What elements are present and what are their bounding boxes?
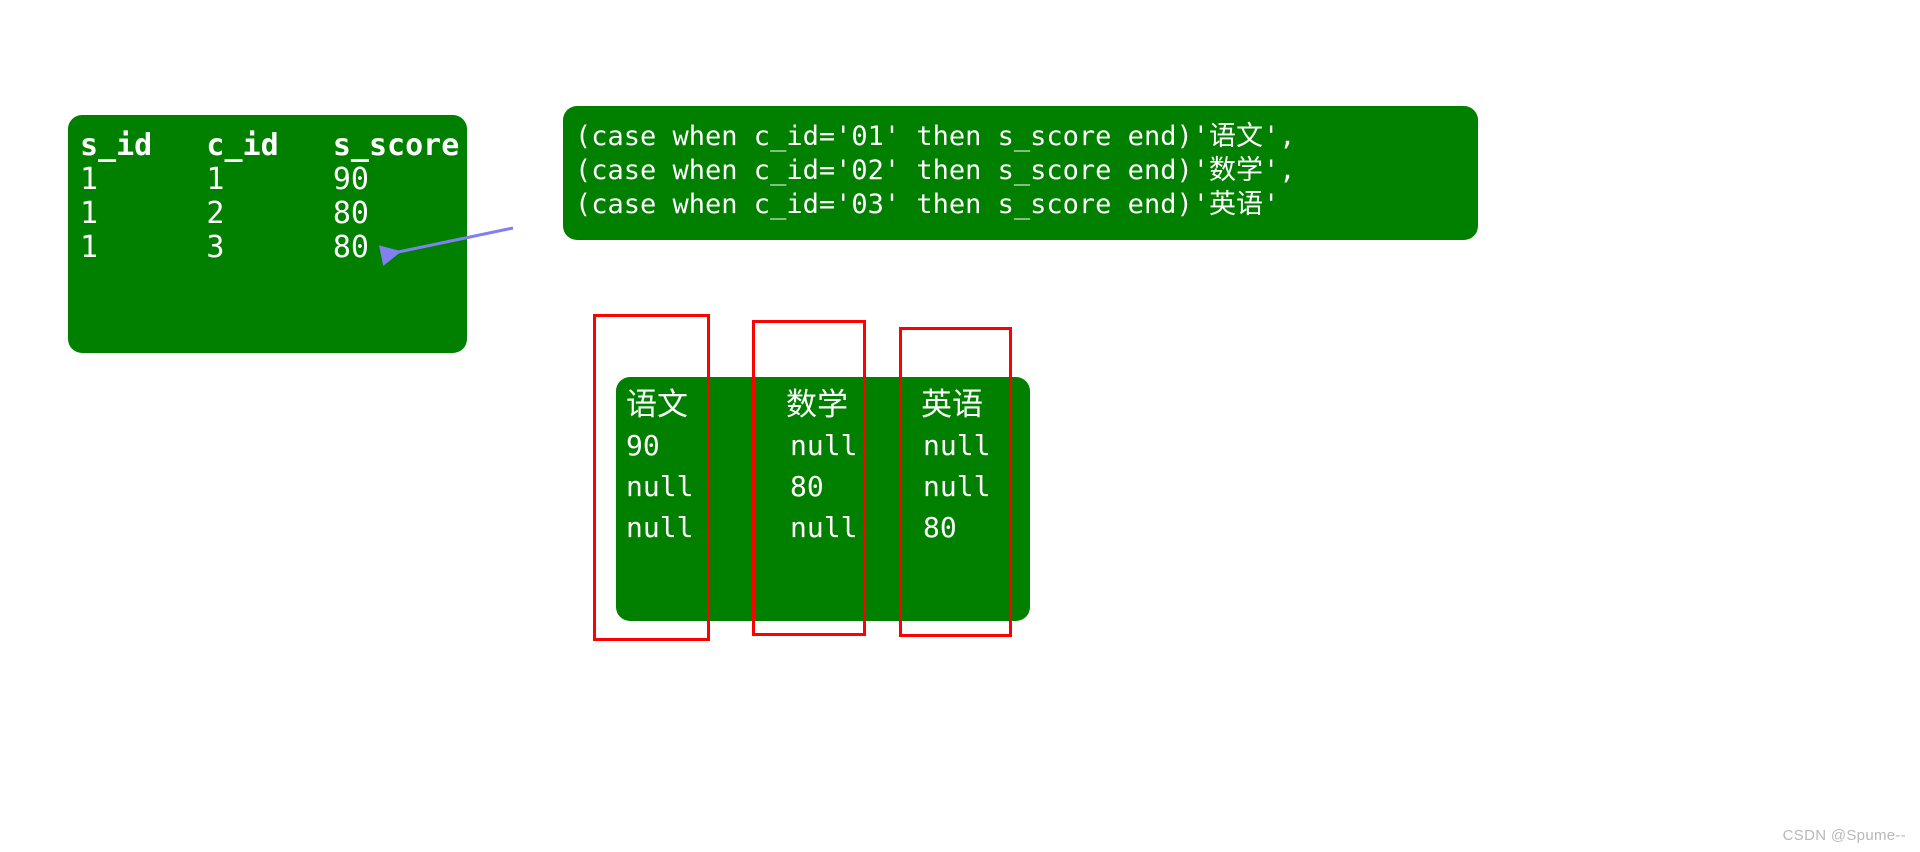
- result-cell: 90: [626, 429, 660, 462]
- result-columns: 语文 90 null null 数学 null 80 null 英语 null …: [616, 377, 1030, 621]
- result-column-english: 英语 null null 80: [901, 377, 1030, 621]
- result-cell: 80: [923, 511, 957, 544]
- result-column-math: 数学 null 80 null: [758, 377, 901, 621]
- source-table-header: s_id c_id s_score: [80, 128, 460, 163]
- result-cell: 80: [790, 470, 824, 503]
- result-column-header: 英语: [921, 387, 983, 423]
- sql-line: (case when c_id='01' then s_score end)'语…: [575, 121, 1296, 152]
- result-column-chinese: 语文 90 null null: [616, 377, 758, 621]
- result-pivot-panel: 语文 90 null null 数学 null 80 null 英语 null …: [616, 377, 1030, 621]
- result-cell: null: [790, 429, 858, 462]
- sql-code-panel: (case when c_id='01' then s_score end)'语…: [563, 106, 1478, 240]
- result-column-header: 数学: [786, 387, 848, 423]
- source-table-row: 1 1 90: [80, 162, 369, 197]
- arrow-icon: [378, 226, 514, 266]
- sql-line: (case when c_id='03' then s_score end)'英…: [575, 189, 1280, 220]
- result-cell: null: [923, 470, 991, 503]
- sql-line: (case when c_id='02' then s_score end)'数…: [575, 155, 1296, 186]
- annotation-arrow: [368, 222, 518, 270]
- result-column-header: 语文: [626, 387, 688, 423]
- result-cell: null: [626, 511, 694, 544]
- result-cell: null: [790, 511, 858, 544]
- result-cell: null: [626, 470, 694, 503]
- result-cell: null: [923, 429, 991, 462]
- csdn-watermark: CSDN @Spume--: [1782, 827, 1906, 844]
- diagram-canvas: s_id c_id s_score 1 1 90 1 2 80 1 3 80 (…: [0, 0, 1920, 852]
